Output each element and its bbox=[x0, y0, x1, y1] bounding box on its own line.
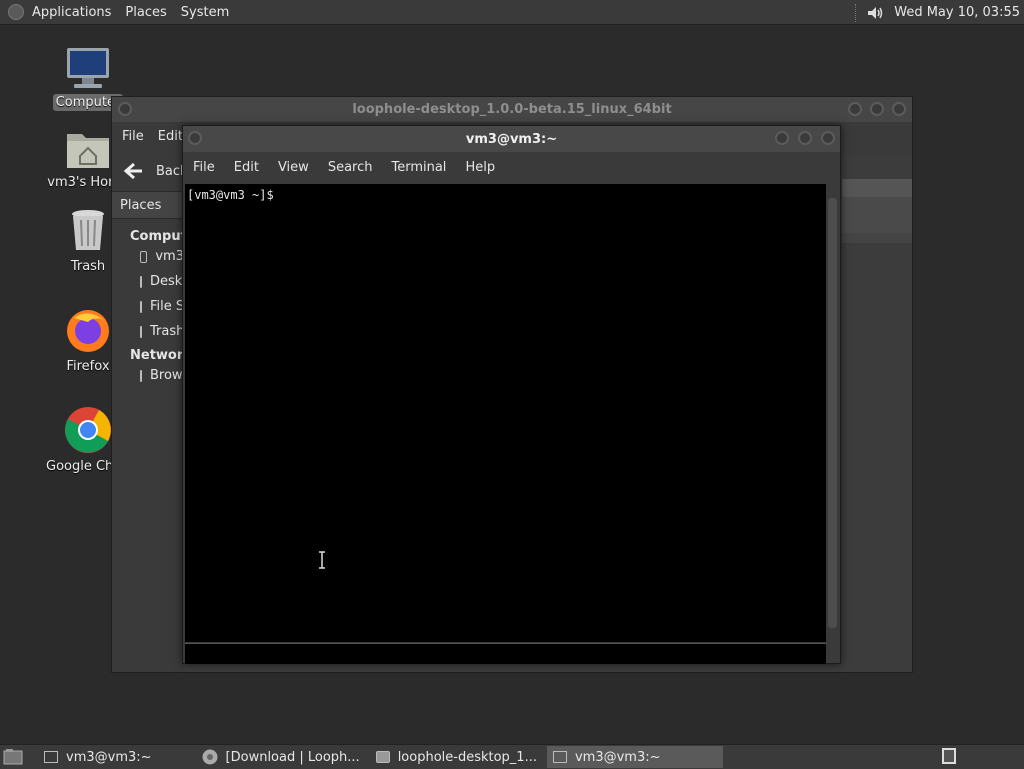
firefox-icon bbox=[67, 310, 109, 352]
panel-tray: Wed May 10, 03:55 bbox=[855, 0, 1020, 25]
menu-terminal[interactable]: Terminal bbox=[391, 160, 446, 175]
desktop-icon-label: Trash bbox=[70, 259, 106, 274]
content-row[interactable] bbox=[842, 233, 912, 243]
sidebar-item-filesystem[interactable]: File System bbox=[140, 294, 184, 319]
menu-file[interactable]: File bbox=[193, 160, 215, 175]
computer-icon bbox=[67, 48, 109, 88]
top-panel: Applications Places System Wed May 10, 0… bbox=[0, 0, 1024, 25]
taskbar-item-label: [Download | Looph... bbox=[225, 749, 360, 765]
desktop-folder-icon bbox=[140, 275, 142, 288]
content-header bbox=[842, 179, 912, 197]
sidebar-group-network: Network bbox=[130, 348, 184, 363]
trash-icon bbox=[140, 325, 142, 338]
sidebar-group-computer: Computer bbox=[130, 229, 184, 244]
taskbar-item-label: vm3@vm3:~ bbox=[66, 749, 152, 765]
terminal-bottom-bar bbox=[185, 643, 826, 664]
folder-icon bbox=[375, 751, 390, 763]
sidebar-item-label: File System bbox=[150, 299, 184, 314]
shell-prompt: [vm3@vm3 ~]$ bbox=[187, 188, 274, 202]
text-cursor-icon bbox=[319, 551, 325, 569]
desktop-icon-label: Firefox bbox=[66, 359, 110, 374]
applications-menu[interactable]: Applications bbox=[32, 5, 111, 20]
taskbar-item-terminal-1[interactable]: vm3@vm3:~ bbox=[38, 746, 158, 768]
terminal-window[interactable]: vm3@vm3:~ File Edit View Search Terminal… bbox=[182, 125, 841, 664]
system-menu[interactable]: System bbox=[181, 5, 229, 20]
taskbar-item-file-manager[interactable]: loophole-desktop_1... bbox=[370, 746, 543, 768]
back-arrow-icon[interactable] bbox=[122, 161, 146, 181]
content-row[interactable] bbox=[842, 197, 912, 233]
taskbar-item-chrome[interactable]: [Download | Looph... bbox=[196, 746, 366, 768]
taskbar-item-label: loophole-desktop_1... bbox=[397, 749, 537, 765]
sidebar-header[interactable]: Places bbox=[112, 192, 184, 219]
bottom-panel: vm3@vm3:~ [Download | Looph... loophole-… bbox=[0, 744, 1024, 769]
drive-icon bbox=[140, 300, 142, 313]
window-title: vm3@vm3:~ bbox=[465, 131, 558, 147]
terminal-icon bbox=[44, 751, 58, 763]
scrollbar-thumb[interactable] bbox=[828, 198, 837, 628]
show-desktop-icon[interactable] bbox=[2, 748, 24, 766]
terminal-output[interactable]: [vm3@vm3 ~]$ bbox=[185, 184, 826, 642]
trash-icon bbox=[72, 210, 104, 250]
terminal-menubar: File Edit View Search Terminal Help bbox=[183, 152, 840, 182]
close-button[interactable] bbox=[892, 102, 906, 116]
taskbar-item-terminal-2[interactable]: vm3@vm3:~ bbox=[546, 746, 723, 768]
sidebar-item-trash[interactable]: Trash bbox=[140, 319, 184, 344]
places-menu[interactable]: Places bbox=[125, 5, 166, 20]
sidebar-item-label: Trash bbox=[150, 324, 184, 339]
minimize-button[interactable] bbox=[848, 102, 862, 116]
terminal-titlebar[interactable]: vm3@vm3:~ bbox=[183, 126, 840, 152]
menu-edit[interactable]: Edit bbox=[234, 160, 259, 175]
network-icon bbox=[140, 369, 142, 382]
menu-search[interactable]: Search bbox=[328, 160, 373, 175]
clock[interactable]: Wed May 10, 03:55 bbox=[894, 5, 1020, 20]
sidebar-item-browse-network[interactable]: Browse Network bbox=[140, 363, 184, 388]
home-folder-icon bbox=[140, 250, 148, 263]
terminal-icon bbox=[552, 751, 567, 763]
sidebar-item-label: Browse Network bbox=[150, 368, 184, 383]
minimize-button[interactable] bbox=[775, 131, 789, 145]
panel-separator bbox=[855, 3, 858, 22]
sidebar-item-desktop[interactable]: Desktop bbox=[140, 269, 184, 294]
distro-logo-icon[interactable] bbox=[8, 4, 24, 20]
home-folder-icon bbox=[67, 134, 109, 168]
maximize-button[interactable] bbox=[798, 131, 812, 145]
sidebar-item-label: Desktop bbox=[150, 274, 184, 289]
taskbar-item-label: vm3@vm3:~ bbox=[574, 749, 661, 765]
menu-help[interactable]: Help bbox=[465, 160, 495, 175]
menu-file[interactable]: File bbox=[122, 129, 144, 144]
chrome-icon bbox=[202, 749, 218, 765]
places-sidebar: Places Computer vm3 Desktop File System … bbox=[112, 192, 184, 672]
maximize-button[interactable] bbox=[870, 102, 884, 116]
window-menu-button[interactable] bbox=[118, 102, 132, 116]
window-title: loophole-desktop_1.0.0-beta.15_linux_64b… bbox=[352, 102, 672, 117]
workspace-switcher-icon[interactable] bbox=[942, 748, 956, 764]
close-button[interactable] bbox=[821, 131, 835, 145]
menu-view[interactable]: View bbox=[278, 160, 309, 175]
file-manager-titlebar[interactable]: loophole-desktop_1.0.0-beta.15_linux_64b… bbox=[112, 97, 912, 122]
sidebar-item-label: vm3 bbox=[155, 249, 184, 264]
menu-edit[interactable]: Edit bbox=[158, 129, 183, 144]
file-manager-content[interactable] bbox=[842, 155, 912, 672]
sidebar-item-home[interactable]: vm3 bbox=[140, 244, 184, 269]
terminal-scrollbar[interactable] bbox=[827, 184, 838, 642]
window-menu-button[interactable] bbox=[188, 131, 202, 145]
volume-icon[interactable] bbox=[866, 4, 884, 22]
chrome-icon bbox=[65, 407, 111, 453]
